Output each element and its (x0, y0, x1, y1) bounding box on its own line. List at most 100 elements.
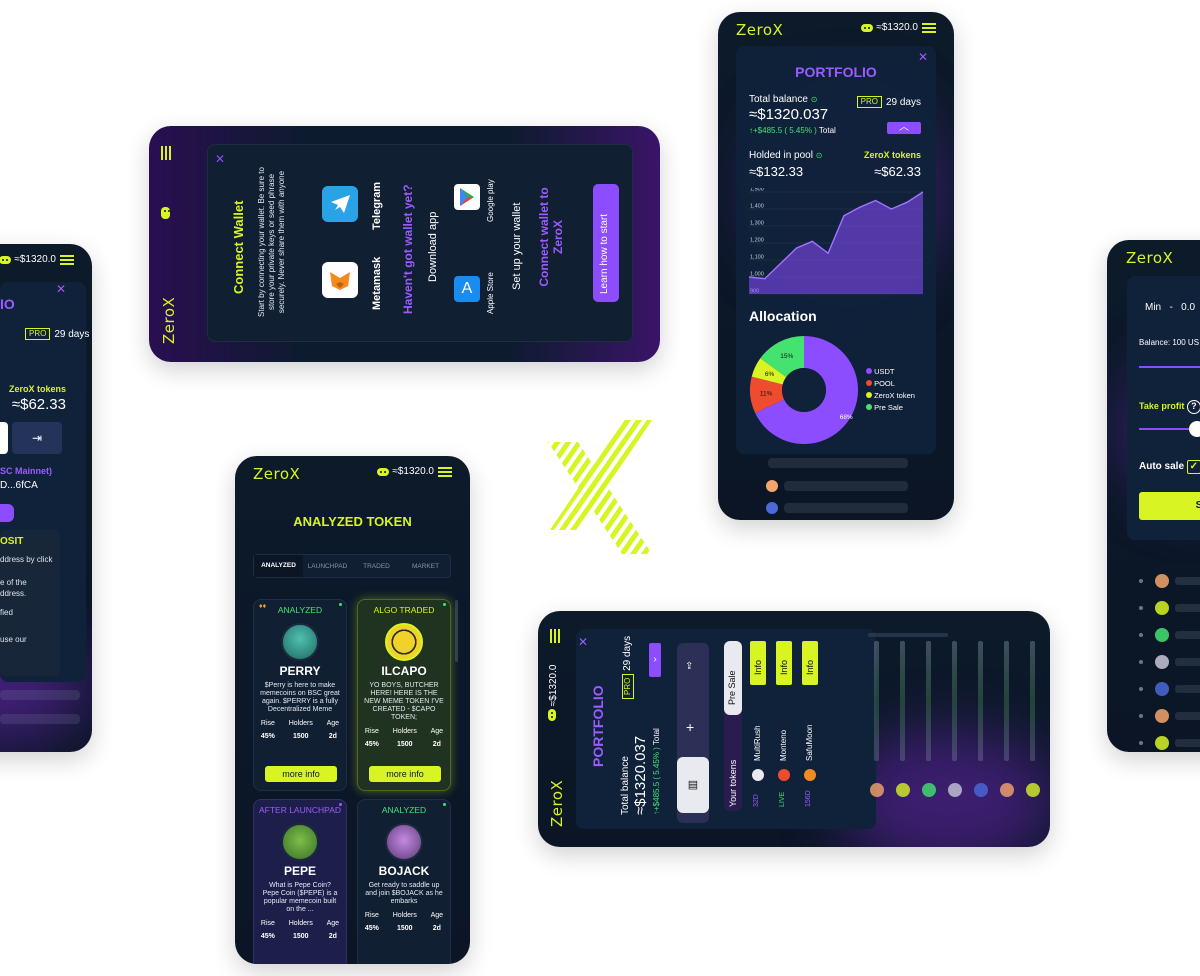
token-card-ilcapo[interactable]: ALGO TRADED ILCAPO YO BOYS, BUTCHER HERE… (357, 599, 451, 791)
bojack-avatar (385, 823, 423, 861)
blurred-dot (1139, 687, 1143, 691)
info-button[interactable]: Info (802, 641, 818, 685)
close-icon[interactable]: ✕ (918, 50, 928, 64)
y-tick-label: 1,300 (750, 221, 764, 227)
save-button[interactable]: S (1139, 492, 1200, 520)
blurred-coin (974, 783, 988, 797)
close-icon[interactable]: ✕ (578, 635, 588, 649)
help-icon[interactable]: ? (1186, 400, 1200, 414)
tab-market[interactable]: MARKET (401, 563, 450, 570)
portfolio-title: PORTFOLIO (590, 685, 606, 767)
blurred-row (1175, 685, 1200, 693)
landscape-portfolio-phone: ≈$1320.0 ZeroX ✕ PORTFOLIO Total balance… (538, 611, 1050, 847)
tab-traded[interactable]: TRADED (352, 563, 401, 570)
analyzed-token-phone: ZeroX ≈$1320.0 ANALYZED TOKEN ANALYZED L… (235, 456, 470, 964)
google-play-icon[interactable] (454, 184, 480, 210)
add-icon[interactable]: + (686, 719, 694, 735)
blurred-coin (1155, 682, 1169, 696)
tab-your-tokens[interactable]: Your tokens (728, 760, 738, 807)
telegram-label[interactable]: Telegram (371, 182, 383, 230)
balance-chip[interactable]: ≈$1320.0 (548, 665, 559, 721)
info-label: Info (753, 659, 763, 675)
blurred-bar (1030, 641, 1035, 761)
pie-label: 6% (765, 371, 775, 378)
pie-label: 15% (780, 353, 793, 360)
collapse-button[interactable]: › (649, 643, 661, 677)
tab-analyzed[interactable]: ANALYZED (254, 555, 303, 577)
blurred-coin (1155, 736, 1169, 750)
showcase-canvas: ≈$1320.0 IO ✕ PRO 29 days ZeroX tokens ≈$… (0, 0, 1200, 976)
logout-icon[interactable]: ⇥ (12, 422, 62, 454)
app-store-label[interactable]: Apple Store (486, 272, 495, 314)
data-point (859, 206, 861, 208)
y-tick-label: 1,500 (750, 188, 764, 193)
app-store-icon[interactable]: A (454, 276, 480, 302)
data-point (906, 201, 908, 203)
balance-slider[interactable] (1139, 366, 1200, 368)
left-phone: ≈$1320.0 IO ✕ PRO 29 days ZeroX tokens ≈$… (0, 244, 92, 752)
pepe-avatar (281, 823, 319, 861)
data-point (811, 240, 813, 242)
pie-label: 68% (840, 414, 853, 421)
share-icon[interactable]: ⇪ (685, 661, 693, 672)
blurred-coin (1155, 628, 1169, 642)
auto-sale-checkbox[interactable]: ✓ (1186, 460, 1200, 474)
more-info-button[interactable]: more info (265, 766, 337, 782)
more-info-button[interactable]: more info (369, 766, 441, 782)
wallet-icon[interactable]: ▤ (677, 757, 709, 813)
data-point (890, 208, 892, 210)
slider-thumb[interactable] (1189, 421, 1200, 437)
collapse-button[interactable]: ︿ (887, 122, 921, 134)
balance-chip[interactable]: ≈$1320.0 (861, 22, 918, 33)
close-icon[interactable]: ✕ (215, 152, 225, 166)
portfolio-title: IO (0, 296, 15, 312)
metamask-icon[interactable] (322, 262, 358, 298)
info-button[interactable]: Info (750, 641, 766, 685)
metamask-label[interactable]: Metamask (371, 257, 383, 310)
blurred-row (1175, 658, 1200, 666)
close-icon[interactable]: ✕ (56, 282, 66, 296)
blurred-bar (926, 641, 931, 761)
learn-how-button[interactable]: Learn how to start (593, 184, 619, 302)
right-phone: ZeroX Min - 0.0 Balance: 100 US Take pro… (1107, 240, 1200, 752)
menu-icon[interactable] (438, 466, 452, 477)
telegram-icon[interactable] (322, 186, 358, 222)
blurred-coin (1000, 783, 1014, 797)
google-play-label[interactable]: Google play (486, 179, 495, 222)
portfolio-title: PORTFOLIO (795, 64, 877, 80)
blurred-dot (1139, 579, 1143, 583)
token-icon (804, 769, 816, 781)
tab-pre-sale[interactable]: Pre Sale (724, 641, 742, 715)
data-point (843, 215, 845, 217)
connect-intro: Start by connecting your wallet. Be sure… (257, 167, 286, 317)
blurred-coin (948, 783, 962, 797)
token-card-bojack[interactable]: ANALYZED BOJACK Get ready to saddle up a… (357, 799, 451, 964)
pro-badge: PRO (856, 96, 882, 108)
token-card-pepe[interactable]: AFTER LAUNCHPAD PEPE What is Pepe Coin? … (253, 799, 347, 964)
info-button[interactable]: Info (776, 641, 792, 685)
blurred-bar (874, 641, 879, 761)
tab-launchpad[interactable]: LAUNCHPAD (303, 563, 352, 570)
balance-chip[interactable]: ≈$1320.0 (377, 466, 434, 477)
menu-icon[interactable] (60, 254, 74, 265)
y-tick-label: 1,200 (750, 238, 764, 244)
token-status: 156D (805, 790, 812, 807)
blurred-coin (1155, 709, 1169, 723)
discord-icon[interactable] (161, 206, 170, 224)
allocation-legend: USDT POOL ZeroX token Pre Sale (866, 366, 915, 414)
deposit-lines: ddress by click e of the ddress. fied us… (0, 555, 53, 644)
token-card-perry[interactable]: ♦♦ ANALYZED PERRY $Perry is here to make… (253, 599, 347, 791)
menu-icon[interactable] (550, 629, 560, 643)
blurred-bar (952, 641, 957, 761)
download-app-label: Download app (427, 211, 439, 282)
blurred-coin (1155, 655, 1169, 669)
blurred-coin (1155, 601, 1169, 615)
gamepad-icon (377, 467, 390, 476)
token-icon (752, 769, 764, 781)
balance-chip[interactable]: ≈$1320.0 (0, 254, 56, 265)
info-label: Info (805, 659, 815, 675)
blurred-row (1175, 631, 1200, 639)
menu-icon[interactable] (922, 22, 936, 33)
scrollbar[interactable] (455, 600, 458, 662)
menu-icon[interactable] (161, 146, 171, 165)
